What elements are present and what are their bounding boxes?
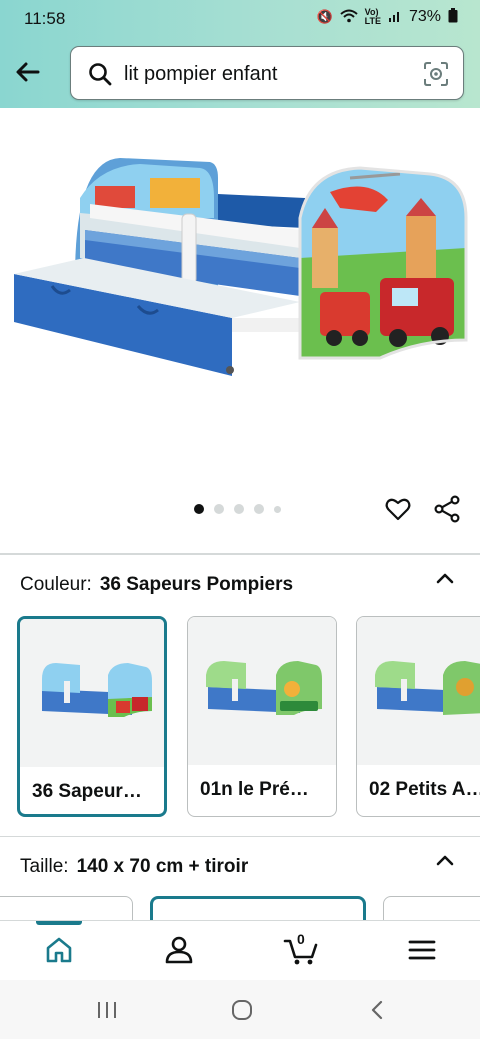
bed-illustration xyxy=(14,158,468,376)
menu-icon[interactable] xyxy=(405,933,439,967)
app-header: 11:58 🔇 Vo) LTE 73% lit pompier enfant xyxy=(0,0,480,108)
system-navigation-bar xyxy=(0,980,480,1039)
battery-percent: 73% xyxy=(408,8,441,25)
option-thumbnail xyxy=(357,617,480,765)
recents-icon[interactable] xyxy=(96,1000,118,1020)
back-arrow-icon[interactable] xyxy=(12,56,44,88)
cart-count-badge: 0 xyxy=(297,931,305,947)
product-image[interactable] xyxy=(0,108,480,548)
account-icon[interactable] xyxy=(162,933,196,967)
status-time: 11:58 xyxy=(24,9,66,28)
camera-lens-icon[interactable] xyxy=(423,61,449,87)
mute-icon: 🔇 xyxy=(316,9,333,24)
option-name: 01n le Pré… xyxy=(200,779,309,800)
pagination-dot[interactable] xyxy=(254,504,264,514)
divider xyxy=(0,836,480,837)
divider xyxy=(0,553,480,555)
color-label: Couleur: xyxy=(20,574,92,595)
share-icon[interactable] xyxy=(433,495,461,523)
status-icons: 🔇 Vo) LTE 73% xyxy=(316,8,458,26)
chevron-up-icon[interactable] xyxy=(434,567,456,589)
size-variation-header[interactable]: Taille: 140 x 70 cm + tiroir xyxy=(20,856,248,878)
active-tab-indicator xyxy=(36,921,82,925)
search-input[interactable]: lit pompier enfant xyxy=(124,63,277,86)
pagination-dot[interactable] xyxy=(214,504,224,514)
pagination-dot[interactable] xyxy=(234,504,244,514)
wifi-icon xyxy=(339,9,358,26)
color-option-petits-animaux[interactable]: 02 Petits A… xyxy=(356,616,480,817)
option-name: 36 Sapeur… xyxy=(32,781,142,802)
search-icon xyxy=(89,63,112,86)
status-bar: 11:58 🔇 Vo) LTE 73% xyxy=(0,0,480,38)
home-circle-icon[interactable] xyxy=(230,998,254,1022)
signal-icon xyxy=(388,9,402,26)
bottom-navigation xyxy=(0,920,480,980)
gallery-pagination xyxy=(194,504,281,514)
size-value: 140 x 70 cm + tiroir xyxy=(76,856,249,877)
size-label: Taille: xyxy=(20,856,69,877)
color-variation-header[interactable]: Couleur: 36 Sapeurs Pompiers xyxy=(20,574,293,596)
battery-icon xyxy=(448,8,458,26)
color-option-le-pre[interactable]: 01n le Pré… xyxy=(187,616,337,817)
back-chevron-icon[interactable] xyxy=(367,999,387,1021)
home-icon[interactable] xyxy=(42,933,76,967)
option-thumbnail xyxy=(20,619,164,767)
chevron-up-icon[interactable] xyxy=(434,849,456,871)
option-name: 02 Petits A… xyxy=(369,779,480,800)
pagination-dot[interactable] xyxy=(194,504,204,514)
pagination-dot[interactable] xyxy=(274,505,281,513)
option-thumbnail xyxy=(188,617,336,765)
color-value: 36 Sapeurs Pompiers xyxy=(99,574,294,595)
volte-icon: Vo) LTE xyxy=(364,7,381,26)
heart-icon[interactable] xyxy=(384,495,412,523)
color-option-sapeurs-pompiers[interactable]: 36 Sapeur… xyxy=(17,616,167,817)
search-bar[interactable]: lit pompier enfant xyxy=(70,46,464,100)
